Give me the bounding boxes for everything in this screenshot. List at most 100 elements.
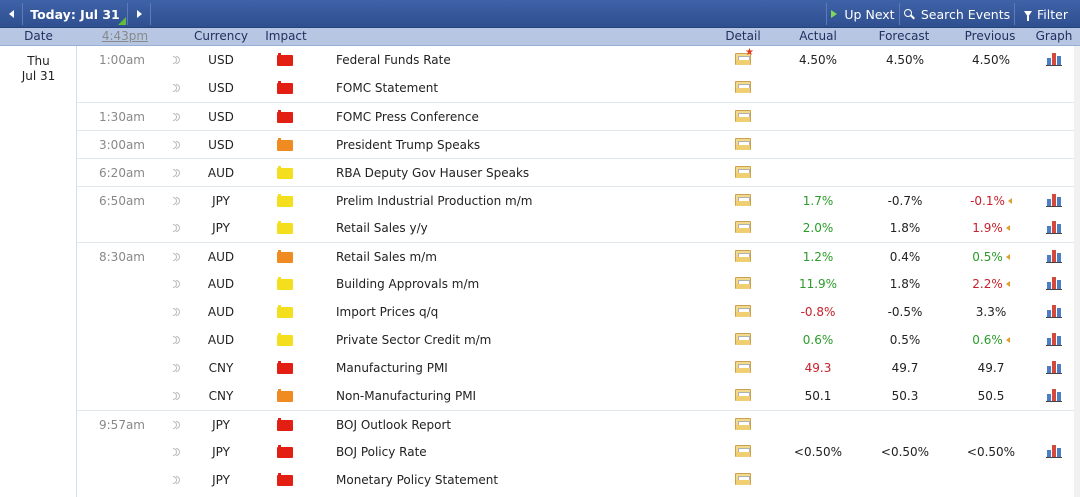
table-row[interactable]: JPY BOJ Policy Rate <0.50% <0.50% <0.50% xyxy=(77,438,1080,466)
sound-alert-icon[interactable] xyxy=(173,335,185,345)
detail-folder-icon[interactable] xyxy=(735,305,753,319)
impact-folder-icon[interactable] xyxy=(277,277,293,290)
event-title[interactable]: FOMC Statement xyxy=(336,74,716,102)
impact-folder-icon[interactable] xyxy=(277,473,293,486)
event-title[interactable]: President Trump Speaks xyxy=(336,131,716,159)
table-row[interactable]: 9:57am JPY BOJ Outlook Report xyxy=(77,410,1080,438)
event-title[interactable]: Prelim Industrial Production m/m xyxy=(336,187,716,215)
revised-icon[interactable] xyxy=(1005,225,1010,231)
table-row[interactable]: 6:50am JPY Prelim Industrial Production m/… xyxy=(77,186,1080,214)
sound-alert-icon[interactable] xyxy=(173,475,185,485)
table-row[interactable]: 1:30am USD FOMC Press Conference xyxy=(77,102,1080,130)
event-title[interactable]: Import Prices q/q xyxy=(336,298,716,326)
impact-folder-icon[interactable] xyxy=(277,138,293,151)
graph-icon[interactable] xyxy=(1046,359,1062,375)
sound-alert-icon[interactable] xyxy=(173,252,185,262)
graph-icon[interactable] xyxy=(1046,443,1062,459)
impact-folder-icon[interactable] xyxy=(277,445,293,458)
graph-icon[interactable] xyxy=(1046,387,1062,403)
vertical-scrollbar[interactable] xyxy=(1074,46,1080,497)
table-row[interactable]: AUD Building Approvals m/m 11.9% 1.8% 2.2% xyxy=(77,270,1080,298)
detail-folder-icon[interactable] xyxy=(735,361,753,375)
event-title[interactable]: BOJ Outlook Report xyxy=(336,411,716,439)
event-title[interactable]: FOMC Press Conference xyxy=(336,103,716,131)
detail-folder-icon[interactable] xyxy=(735,445,753,459)
detail-folder-icon[interactable] xyxy=(735,418,753,432)
sound-alert-icon[interactable] xyxy=(173,307,185,317)
graph-icon[interactable] xyxy=(1046,51,1062,67)
table-row[interactable]: 8:30am AUD Retail Sales m/m 1.2% 0.4% 0.5% xyxy=(77,242,1080,270)
impact-folder-icon[interactable] xyxy=(277,250,293,263)
event-title[interactable]: Retail Sales y/y xyxy=(336,214,716,242)
sound-alert-icon[interactable] xyxy=(173,112,185,122)
event-title[interactable]: Monetary Policy Statement xyxy=(336,466,716,494)
table-row[interactable]: CNY Non-Manufacturing PMI 50.1 50.3 50.5 xyxy=(77,382,1080,410)
revised-icon[interactable] xyxy=(1005,337,1010,343)
impact-folder-icon[interactable] xyxy=(277,361,293,374)
event-title[interactable]: BOJ Policy Rate xyxy=(336,438,716,466)
table-row[interactable]: CNY Manufacturing PMI 49.3 49.7 49.7 xyxy=(77,354,1080,382)
sound-alert-icon[interactable] xyxy=(173,279,185,289)
search-events-button[interactable]: Search Events xyxy=(900,0,1014,28)
sound-alert-icon[interactable] xyxy=(173,55,185,65)
graph-icon[interactable] xyxy=(1046,219,1062,235)
sound-alert-icon[interactable] xyxy=(173,140,185,150)
detail-folder-icon[interactable] xyxy=(735,194,753,208)
table-row[interactable]: AUD Private Sector Credit m/m 0.6% 0.5% 0.6% xyxy=(77,326,1080,354)
impact-folder-icon[interactable] xyxy=(277,418,293,431)
graph-icon[interactable] xyxy=(1046,303,1062,319)
sound-alert-icon[interactable] xyxy=(173,223,185,233)
sound-alert-icon[interactable] xyxy=(173,420,185,430)
detail-folder-icon[interactable] xyxy=(735,81,753,95)
graph-icon[interactable] xyxy=(1046,275,1062,291)
impact-folder-icon[interactable] xyxy=(277,221,293,234)
impact-folder-icon[interactable] xyxy=(277,166,293,179)
revised-icon[interactable] xyxy=(1007,198,1012,204)
event-title[interactable]: Federal Funds Rate xyxy=(336,46,716,74)
detail-folder-icon[interactable] xyxy=(735,277,753,291)
graph-icon[interactable] xyxy=(1046,192,1062,208)
detail-folder-icon[interactable] xyxy=(735,333,753,347)
column-header-time[interactable]: 4:43pm xyxy=(95,28,155,46)
sound-alert-icon[interactable] xyxy=(173,363,185,373)
today-button[interactable]: Today: Jul 31 xyxy=(23,0,127,28)
graph-icon[interactable] xyxy=(1046,331,1062,347)
event-title[interactable]: RBA Deputy Gov Hauser Speaks xyxy=(336,159,716,187)
sound-alert-icon[interactable] xyxy=(173,83,185,93)
revised-icon[interactable] xyxy=(1005,281,1010,287)
event-title[interactable]: Manufacturing PMI xyxy=(336,354,716,382)
table-row[interactable]: USD FOMC Statement xyxy=(77,74,1080,102)
table-row[interactable]: JPY Retail Sales y/y 2.0% 1.8% 1.9% xyxy=(77,214,1080,242)
sound-alert-icon[interactable] xyxy=(173,391,185,401)
filter-button[interactable]: Filter xyxy=(1015,0,1077,28)
previous-day-button[interactable] xyxy=(0,0,22,28)
detail-folder-icon[interactable] xyxy=(735,389,753,403)
detail-folder-icon[interactable]: ★ xyxy=(735,48,754,67)
impact-folder-icon[interactable] xyxy=(277,53,293,66)
table-row[interactable]: AUD Import Prices q/q -0.8% -0.5% 3.3% xyxy=(77,298,1080,326)
up-next-button[interactable]: Up Next xyxy=(827,0,899,28)
sound-alert-icon[interactable] xyxy=(173,196,185,206)
impact-folder-icon[interactable] xyxy=(277,194,293,207)
revised-icon[interactable] xyxy=(1005,254,1010,260)
impact-folder-icon[interactable] xyxy=(277,305,293,318)
event-title[interactable]: Retail Sales m/m xyxy=(336,243,716,271)
table-row[interactable]: JPY Monetary Policy Statement xyxy=(77,466,1080,494)
detail-folder-icon[interactable] xyxy=(735,250,753,264)
detail-folder-icon[interactable] xyxy=(735,110,753,124)
event-title[interactable]: Private Sector Credit m/m xyxy=(336,326,716,354)
detail-folder-icon[interactable] xyxy=(735,221,753,235)
table-row[interactable]: 1:00am USD Federal Funds Rate ★ 4.50% 4.50% 4.… xyxy=(77,46,1080,74)
table-row[interactable]: 3:00am USD President Trump Speaks xyxy=(77,130,1080,158)
impact-folder-icon[interactable] xyxy=(277,110,293,123)
impact-folder-icon[interactable] xyxy=(277,333,293,346)
impact-folder-icon[interactable] xyxy=(277,389,293,402)
detail-folder-icon[interactable] xyxy=(735,166,753,180)
table-row[interactable]: 6:20am AUD RBA Deputy Gov Hauser Speaks xyxy=(77,158,1080,186)
impact-folder-icon[interactable] xyxy=(277,81,293,94)
sound-alert-icon[interactable] xyxy=(173,447,185,457)
event-title[interactable]: Non-Manufacturing PMI xyxy=(336,382,716,410)
sound-alert-icon[interactable] xyxy=(173,168,185,178)
detail-folder-icon[interactable] xyxy=(735,473,753,487)
event-title[interactable]: Building Approvals m/m xyxy=(336,270,716,298)
